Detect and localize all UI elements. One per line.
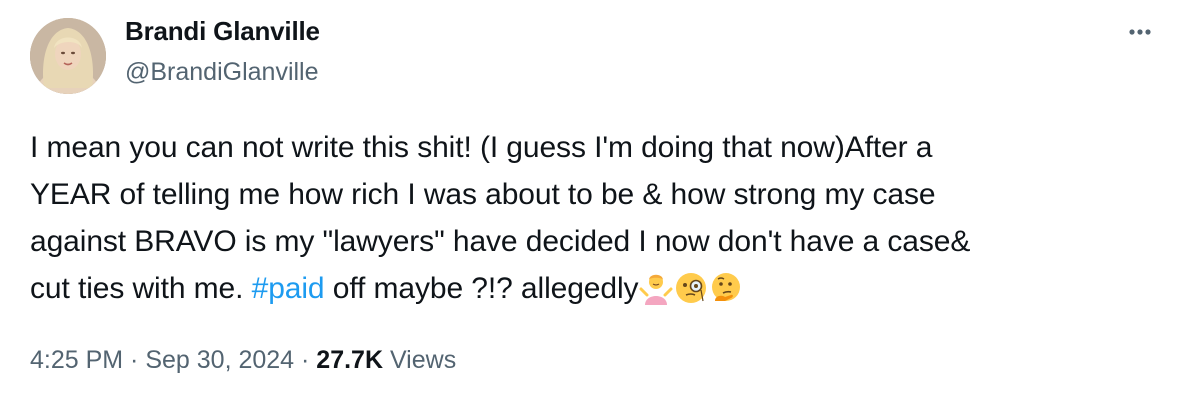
author-display-name[interactable]: Brandi Glanville (125, 16, 320, 47)
hashtag-link[interactable]: #paid (252, 272, 325, 305)
avatar[interactable] (30, 18, 106, 94)
more-options-button[interactable] (1122, 20, 1158, 44)
author-handle[interactable]: @BrandiGlanville (125, 58, 319, 87)
tweet-time: 4:25 PM (30, 346, 124, 374)
tweet-text-segment: off maybe ?!? allegedly (324, 272, 639, 305)
tweet-text-line: I mean you can not write this shit! (I g… (30, 131, 933, 164)
separator-dot: · (294, 346, 317, 374)
thinking-face-emoji-icon (709, 271, 743, 319)
tweet-metadata: 4:25 PM · Sep 30, 2024 · 27.7K Views (30, 346, 456, 375)
more-options-icon (1129, 29, 1151, 35)
tweet-text: I mean you can not write this shit! (I g… (30, 124, 1150, 319)
tweet-text-line: against BRAVO is my "lawyers" have decid… (30, 225, 971, 258)
face-with-monocle-emoji-icon (674, 271, 708, 319)
tweet-date: Sep 30, 2024 (145, 346, 295, 374)
tweet-text-line-last: cut ties with me. #paid off maybe ?!? al… (30, 265, 1150, 319)
tweet-text-line: YEAR of telling me how rich I was about … (30, 178, 936, 211)
tweet-timestamp-link[interactable]: 4:25 PM · Sep 30, 2024 (30, 346, 294, 374)
views-link[interactable]: 27.7K Views (316, 346, 456, 374)
person-shrugging-emoji-icon (639, 271, 673, 319)
views-label: Views (383, 346, 457, 374)
profile-photo-icon (30, 18, 106, 94)
views-count: 27.7K (316, 346, 384, 374)
separator-dot: · (123, 346, 146, 374)
tweet-text-segment: cut ties with me. (30, 272, 252, 305)
tweet-card: Brandi Glanville @BrandiGlanville I mean… (0, 0, 1182, 400)
